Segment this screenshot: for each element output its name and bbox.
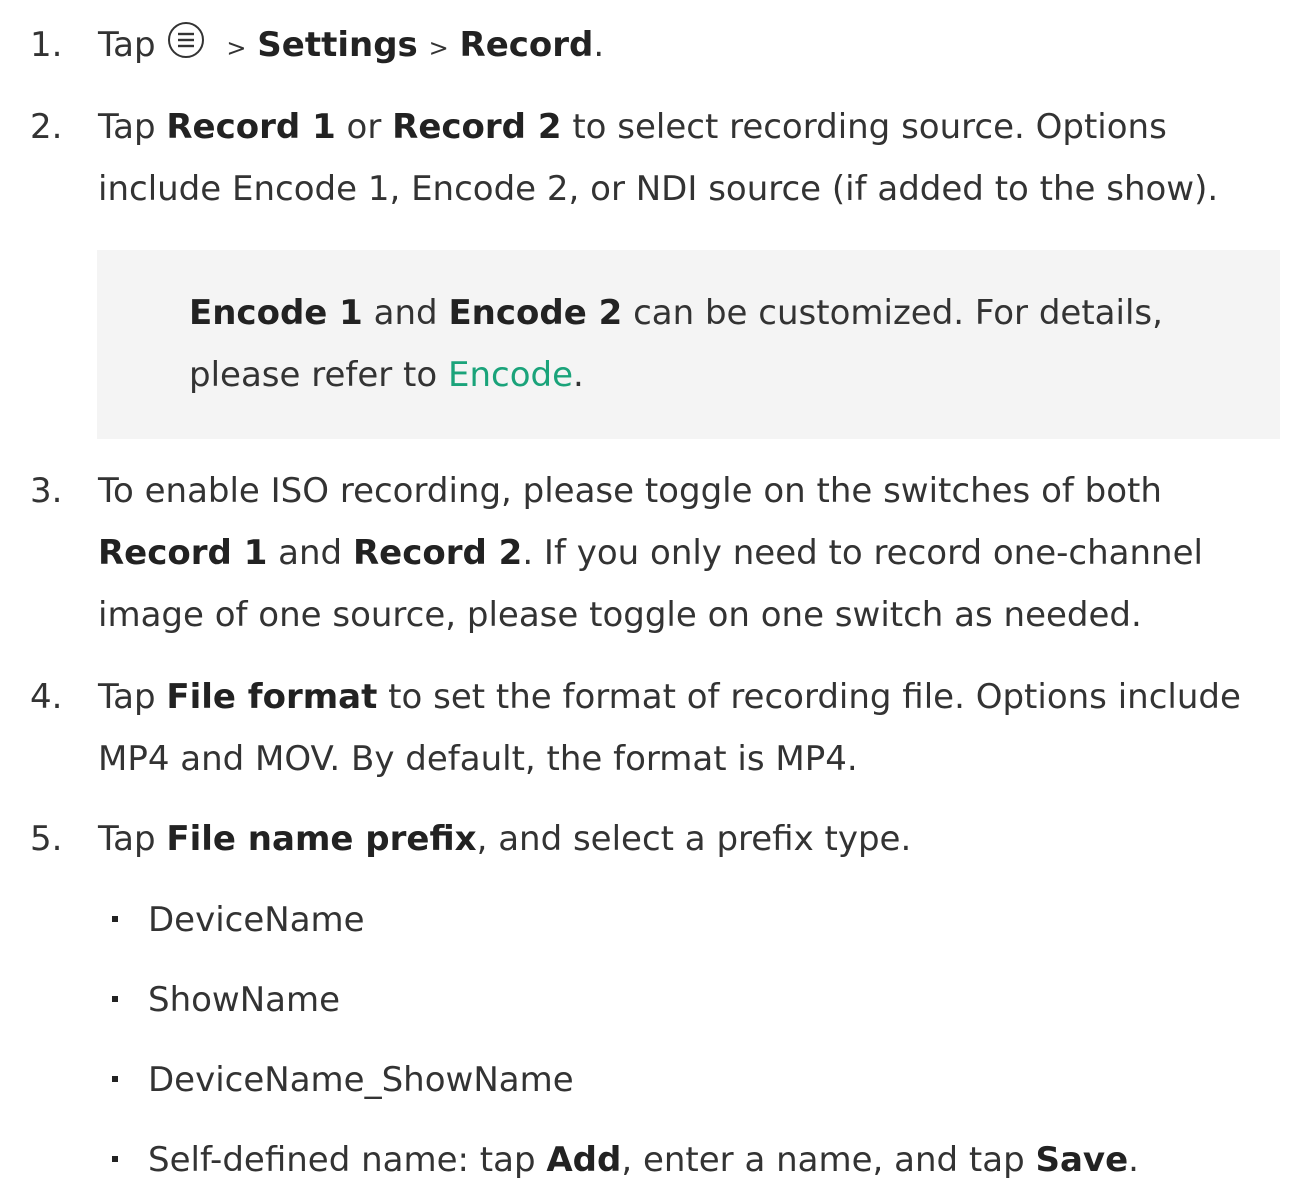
settings-label: Settings — [257, 25, 418, 65]
bullet-icon — [112, 1076, 118, 1082]
menu-circle-icon — [166, 18, 206, 58]
step-number: 3. — [30, 471, 63, 511]
bullet-icon — [112, 1156, 118, 1162]
bullet-icon — [112, 996, 118, 1002]
step-number: 2. — [30, 107, 63, 147]
note-text: Encode 1 and Encode 2 can be customized.… — [189, 293, 1163, 395]
step-number: 1. — [30, 25, 63, 65]
encode-link[interactable]: Encode — [448, 355, 573, 395]
step-text: Tap Record 1 or Record 2 to select recor… — [98, 107, 1219, 209]
step-number: 4. — [30, 677, 63, 717]
document-page: 1. Tap > Settings > Record. 2. Tap Recor… — [0, 0, 1315, 1180]
step-text: Tap > Settings > Record. — [98, 14, 1288, 79]
bullet-icon — [112, 916, 118, 922]
step-text: Tap File format to set the format of rec… — [98, 677, 1241, 779]
step-text: To enable ISO recording, please toggle o… — [98, 471, 1203, 635]
step-text: Tap File name prefix, and select a prefi… — [98, 819, 912, 859]
note-box: Encode 1 and Encode 2 can be customized.… — [97, 250, 1280, 439]
record-label: Record — [459, 25, 594, 65]
step-number: 5. — [30, 819, 63, 859]
